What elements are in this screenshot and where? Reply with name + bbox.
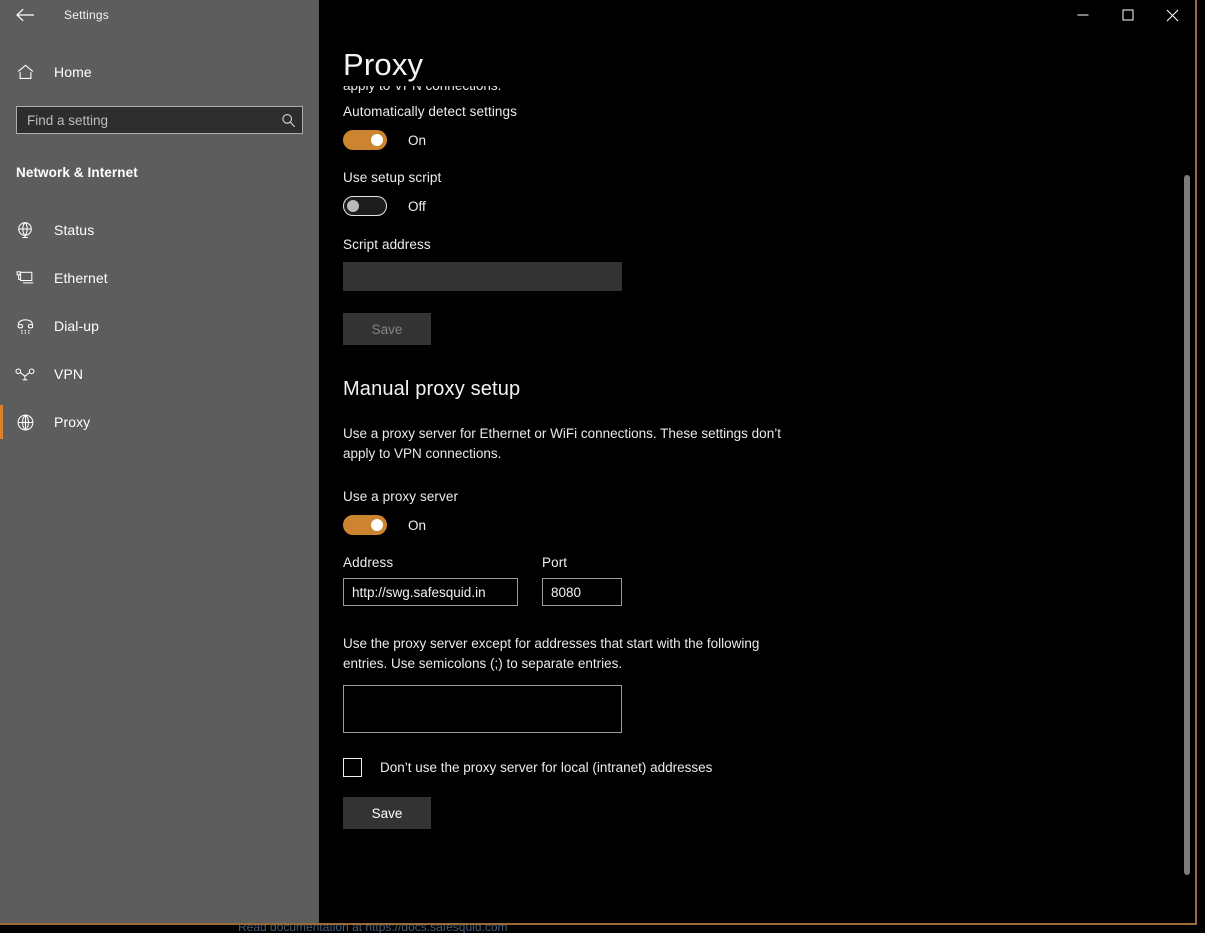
sidebar-item-status[interactable]: Status xyxy=(0,206,319,254)
port-input[interactable] xyxy=(542,578,622,606)
auto-detect-label: Automatically detect settings xyxy=(343,104,1163,119)
sidebar-nav-list: Status Ethernet xyxy=(0,206,319,446)
sidebar-item-vpn[interactable]: VPN xyxy=(0,350,319,398)
settings-window: Settings Home Network & Internet xyxy=(0,0,1197,925)
exceptions-description: Use the proxy server except for addresse… xyxy=(343,634,795,673)
toggle-knob xyxy=(371,519,383,531)
page-title: Proxy xyxy=(343,49,437,82)
sidebar-item-ethernet[interactable]: Ethernet xyxy=(0,254,319,302)
minimize-button[interactable] xyxy=(1060,0,1105,30)
bypass-local-row[interactable]: Don’t use the proxy server for local (in… xyxy=(343,758,1163,777)
sidebar-item-proxy[interactable]: Proxy xyxy=(0,398,319,446)
use-setup-script-toggle-row: Off xyxy=(343,196,1163,216)
bypass-local-label: Don’t use the proxy server for local (in… xyxy=(380,760,712,775)
script-address-group: Script address Save xyxy=(343,237,1163,345)
manual-save-button[interactable]: Save xyxy=(343,797,431,829)
bypass-local-checkbox[interactable] xyxy=(343,758,362,777)
auto-detect-group: Automatically detect settings On xyxy=(343,104,1163,150)
use-proxy-label: Use a proxy server xyxy=(343,489,1163,504)
app-title: Settings xyxy=(64,8,109,22)
toggle-knob xyxy=(347,200,359,212)
use-proxy-group: Use a proxy server On xyxy=(343,489,1163,535)
address-label: Address xyxy=(343,555,518,570)
search-box[interactable] xyxy=(16,106,303,134)
search-icon[interactable] xyxy=(281,113,296,128)
script-address-label: Script address xyxy=(343,237,1163,252)
address-group: Address xyxy=(343,555,518,606)
ethernet-icon xyxy=(14,267,36,289)
content-panel: Proxy apply to VPN connections. Automati… xyxy=(319,0,1195,923)
globe-proxy-icon xyxy=(14,411,36,433)
use-proxy-toggle-row: On xyxy=(343,515,1163,535)
auto-detect-state: On xyxy=(408,133,426,148)
sidebar-item-ethernet-label: Ethernet xyxy=(54,270,108,286)
port-group: Port xyxy=(542,555,622,606)
scrolled-paragraph-clipped: apply to VPN connections. xyxy=(343,86,803,98)
use-setup-script-group: Use setup script Off xyxy=(343,170,1163,216)
sidebar-item-status-label: Status xyxy=(54,222,94,238)
use-setup-script-label: Use setup script xyxy=(343,170,1163,185)
manual-proxy-section: Manual proxy setup Use a proxy server fo… xyxy=(343,378,1163,889)
search-input[interactable] xyxy=(27,113,281,128)
sidebar-item-dialup[interactable]: Dial-up xyxy=(0,302,319,350)
content-scrollbar-thumb[interactable] xyxy=(1184,175,1190,875)
use-setup-script-state: Off xyxy=(408,199,426,214)
manual-proxy-description: Use a proxy server for Ethernet or WiFi … xyxy=(343,424,795,463)
sidebar: Settings Home Network & Internet xyxy=(0,0,319,925)
sidebar-item-proxy-label: Proxy xyxy=(54,414,90,430)
sidebar-item-home-label: Home xyxy=(54,64,92,80)
vpn-icon xyxy=(14,363,36,385)
dialup-phone-icon xyxy=(14,315,36,337)
content-scrollbar[interactable] xyxy=(1181,30,1193,923)
sidebar-item-dialup-label: Dial-up xyxy=(54,318,99,334)
back-arrow-icon xyxy=(16,8,35,22)
sidebar-category-heading: Network & Internet xyxy=(16,165,319,180)
auto-detect-toggle[interactable] xyxy=(343,130,387,150)
settings-scroll-body: Automatically detect settings On Use set… xyxy=(343,104,1163,889)
sidebar-titlebar: Settings xyxy=(0,0,319,30)
exceptions-textarea[interactable] xyxy=(343,685,622,733)
use-proxy-toggle[interactable] xyxy=(343,515,387,535)
port-label: Port xyxy=(542,555,622,570)
script-address-input[interactable] xyxy=(343,262,622,291)
close-button[interactable] xyxy=(1150,0,1195,30)
manual-proxy-heading: Manual proxy setup xyxy=(343,378,1163,401)
sidebar-item-vpn-label: VPN xyxy=(54,366,83,382)
use-proxy-state: On xyxy=(408,518,426,533)
address-input[interactable] xyxy=(343,578,518,606)
script-save-button[interactable]: Save xyxy=(343,313,431,345)
address-port-row: Address Port xyxy=(343,555,1163,606)
sidebar-item-home[interactable]: Home xyxy=(0,52,319,92)
auto-detect-toggle-row: On xyxy=(343,130,1163,150)
toggle-knob xyxy=(371,134,383,146)
maximize-button[interactable] xyxy=(1105,0,1150,30)
window-controls xyxy=(1060,0,1195,30)
home-icon xyxy=(14,61,36,83)
globe-status-icon xyxy=(14,219,36,241)
back-button[interactable] xyxy=(10,2,40,28)
use-setup-script-toggle[interactable] xyxy=(343,196,387,216)
